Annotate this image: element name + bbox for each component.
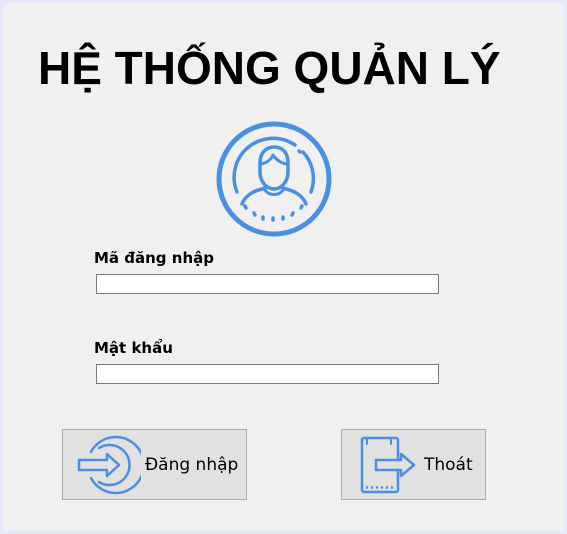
username-label: Mã đăng nhập [94, 249, 214, 267]
login-button-label: Đăng nhập [145, 454, 239, 475]
login-window: HỆ THỐNG QUẢN LÝ Mã đăng nhập Mật khẩu Đ… [3, 3, 564, 531]
user-avatar-icon [215, 120, 333, 238]
username-field[interactable] [96, 274, 439, 294]
exit-button[interactable]: Thoát [341, 429, 486, 500]
login-button[interactable]: Đăng nhập [62, 429, 247, 500]
page-title: HỆ THỐNG QUẢN LÝ [38, 42, 501, 94]
password-field[interactable] [96, 364, 439, 384]
exit-door-icon [358, 434, 420, 496]
sign-in-icon [75, 434, 146, 496]
exit-button-label: Thoát [424, 454, 473, 475]
password-label: Mật khẩu [94, 339, 173, 357]
